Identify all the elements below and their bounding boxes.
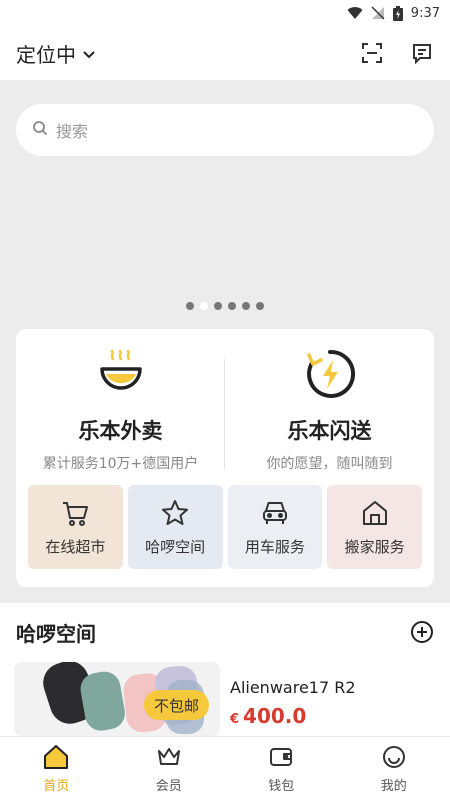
carousel-dot[interactable] (214, 302, 222, 310)
search-placeholder: 搜索 (56, 122, 89, 141)
product-name: Alienware17 R2 (230, 678, 356, 697)
carousel-dot[interactable] (242, 302, 250, 310)
service-subtitle: 你的愿望，随叫随到 (266, 456, 393, 472)
wifi-icon (347, 6, 363, 20)
product-price: € 400.0 (230, 704, 306, 728)
top-bar: 定位中 (0, 26, 450, 80)
wallet-icon (267, 743, 295, 771)
car-icon (260, 498, 290, 528)
product-card[interactable]: 不包邮 Alienware17 R2 € 400.0 (14, 662, 436, 736)
tile-car-service[interactable]: 用车服务 (227, 485, 323, 569)
tab-label: 我的 (380, 779, 407, 794)
search-bar[interactable]: 搜索 (16, 104, 434, 156)
carousel-dot[interactable] (256, 302, 264, 310)
shopping-cart-icon (60, 498, 90, 528)
no-signal-icon (371, 6, 385, 20)
section-header: 哈啰空间 (0, 603, 450, 661)
location-label: 定位中 (16, 42, 76, 67)
service-subtitle: 累计服务10万+德国用户 (42, 456, 199, 472)
tab-label: 会员 (155, 779, 182, 794)
tile-label: 哈啰空间 (145, 537, 206, 556)
carousel-dot[interactable] (228, 302, 236, 310)
battery-icon (392, 5, 403, 21)
location-selector[interactable]: 定位中 (16, 39, 96, 68)
message-icon[interactable] (410, 41, 434, 65)
tile-label: 搬家服务 (344, 537, 405, 556)
shipping-badge: 不包邮 (144, 690, 210, 720)
status-bar: 9:37 (0, 0, 450, 26)
tile-label: 在线超市 (45, 537, 106, 556)
tile-label: 用车服务 (244, 537, 305, 556)
tile-moving-service[interactable]: 搬家服务 (327, 485, 422, 569)
search-icon (32, 120, 48, 140)
status-time: 9:37 (410, 5, 440, 21)
tab-wallet[interactable]: 钱包 (225, 737, 338, 800)
tab-label: 钱包 (268, 779, 295, 794)
banner-carousel[interactable]: 搜索 (0, 80, 450, 320)
lightning-clock-icon (303, 347, 357, 401)
crown-icon (155, 743, 183, 771)
food-bowl-icon (94, 347, 148, 401)
tile-hello-space[interactable]: 哈啰空间 (127, 485, 223, 569)
home-icon (42, 743, 70, 771)
tab-home[interactable]: 首页 (0, 737, 113, 800)
bottom-tab-bar: 首页 会员 钱包 我的 (0, 736, 450, 800)
carousel-dot[interactable] (200, 302, 208, 310)
chevron-down-icon (82, 41, 96, 65)
star-icon (160, 498, 190, 528)
service-express-delivery[interactable]: 乐本闪送 你的愿望，随叫随到 (225, 347, 434, 473)
product-image: 不包邮 (14, 662, 220, 736)
tile-online-supermarket[interactable]: 在线超市 (28, 485, 123, 569)
house-icon (360, 498, 390, 528)
add-circle-icon[interactable] (410, 620, 434, 644)
section-title: 哈啰空间 (16, 621, 96, 646)
service-food-delivery[interactable]: 乐本外卖 累计服务10万+德国用户 (16, 347, 225, 473)
smile-icon (380, 743, 408, 771)
carousel-dot[interactable] (186, 302, 194, 310)
tab-profile[interactable]: 我的 (338, 737, 450, 800)
scan-icon[interactable] (360, 41, 384, 65)
price-currency: € (230, 712, 240, 727)
services-card: 乐本外卖 累计服务10万+德国用户 乐本闪送 你的愿望，随叫随到 在线超市 哈啰… (16, 329, 434, 587)
service-title: 乐本闪送 (287, 419, 372, 443)
tab-label: 首页 (43, 779, 70, 794)
carousel-indicator (0, 302, 450, 310)
price-value: 400.0 (243, 704, 307, 728)
service-tiles: 在线超市 哈啰空间 用车服务 搬家服务 (28, 485, 422, 569)
tab-membership[interactable]: 会员 (113, 737, 226, 800)
service-title: 乐本外卖 (78, 419, 163, 443)
